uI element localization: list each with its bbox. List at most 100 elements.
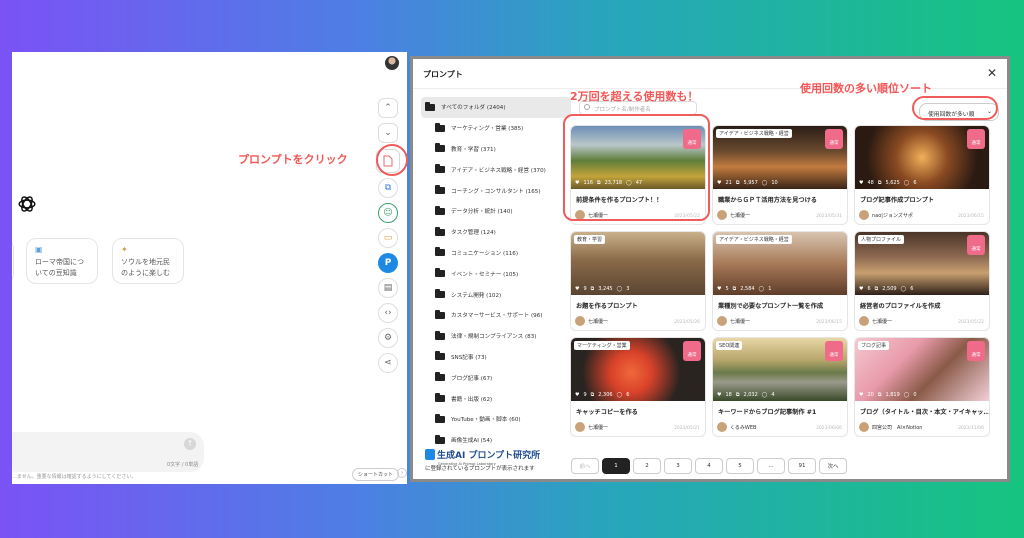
scroll-up-button[interactable]: ⌃ [378, 98, 398, 118]
page-button[interactable]: 5 [726, 458, 754, 474]
card-title: お題を作るプロンプト [576, 303, 638, 310]
copy-icon: ⧉ [590, 392, 595, 398]
page-button[interactable]: 3 [664, 458, 692, 474]
page-button[interactable]: 4 [695, 458, 723, 474]
copy-icon: ⧉ [877, 180, 882, 186]
folder-item[interactable]: カスタマーサービス・サポート (96) [421, 305, 571, 326]
folder-item[interactable]: コーチング・コンサルタント (165) [421, 180, 571, 201]
chat-panel: ▣ ローマ帝国につ いての豆知識 ✦ ソウルを地元民 のように楽しむ ⌃ ⌄ ⧉… [12, 52, 407, 484]
user-avatar[interactable] [385, 56, 399, 70]
folder-item[interactable]: 書籍・出版 (62) [421, 388, 571, 409]
annotation-sort: 使用回数の多い順位ソート [800, 82, 932, 95]
comment-icon: ◯ [900, 286, 907, 292]
copy-icon: ⧉ [877, 392, 882, 398]
char-count: 0文字 / 0単語 [167, 462, 199, 468]
folder-item[interactable]: ブログ記事 (67) [421, 367, 571, 388]
folder-item[interactable]: タスク管理 (124) [421, 222, 571, 243]
prompt-card[interactable]: SEO関連 通常 ♥ 18 ⧉ 2,032 ◯ 4 キーワードからブログ記事制作 #1 くるみWE… [712, 337, 848, 437]
folder-item[interactable]: すべてのフォルダ (2404) [421, 97, 571, 118]
copy-icon: ⧉ [590, 286, 595, 292]
settings-button[interactable]: ⚙ [378, 328, 398, 348]
code-button[interactable]: ‹› [378, 303, 398, 323]
folder-item[interactable]: 法律・規制コンプライアンス (83) [421, 326, 571, 347]
avatar [575, 316, 585, 326]
card-tag: 教育・学習 [574, 235, 606, 244]
folder-item[interactable]: イベント・セミナー (105) [421, 263, 571, 284]
copy-icon: ⧉ [735, 392, 740, 398]
close-icon[interactable]: ✕ [987, 66, 997, 80]
card-date: 2023/05/31 [816, 214, 842, 219]
prompt-card[interactable]: 通常 ♥ 48 ⧉ 5,625 ◯ 6 ブログ記事作成プロンプト nao|ジョンズサポ 2023/… [854, 125, 990, 225]
suggestion-card[interactable]: ✦ ソウルを地元民 のように楽しむ [112, 238, 184, 284]
suggestion-card-partial[interactable] [12, 238, 14, 284]
send-button[interactable]: ↑ [184, 438, 196, 450]
card-date: 2023/05/21 [674, 426, 700, 431]
copy-button[interactable]: ⧉ [378, 178, 398, 198]
share-button[interactable]: ⋖ [378, 353, 398, 373]
card-tag: ブログ記事 [858, 341, 890, 350]
shortcut-button[interactable]: ショートカット [352, 468, 400, 481]
prompt-card[interactable]: アイデア・ビジネス戦略・経営 通常 ♥ 21 ⧉ 5,957 ◯ 10 職業からＧＰＴ活用方法を… [712, 125, 848, 225]
scroll-down-button[interactable]: ⌄ [378, 123, 398, 143]
folder-label: イベント・セミナー (105) [451, 271, 519, 278]
folder-item[interactable]: アイデア・ビジネス戦略・経営 (370) [421, 159, 571, 180]
folder-icon [435, 413, 445, 423]
clip-icon[interactable]: 通常 [683, 341, 701, 361]
folder-label: アイデア・ビジネス戦略・経営 (370) [451, 167, 546, 174]
card-stats: ♥ 9 ⧉ 3,245 ◯ 3 [575, 286, 630, 292]
prompt-card[interactable]: マーケティング・営業 通常 ♥ 9 ⧉ 2,306 ◯ 6 キャッチコピーを作る 七瀬優一 2023… [570, 337, 706, 437]
clip-icon[interactable]: 通常 [825, 341, 843, 361]
chevron-right-icon[interactable]: › [397, 468, 407, 478]
folder-item[interactable]: マーケティング・営業 (385) [421, 118, 571, 139]
archive-button[interactable]: ▤ [378, 278, 398, 298]
folder-item[interactable]: 教育・学習 (371) [421, 139, 571, 160]
chatgpt-logo-icon [18, 196, 36, 212]
avatar [859, 210, 869, 220]
highlight-ring [376, 144, 408, 176]
folder-icon [435, 122, 445, 132]
prompt-card[interactable]: 人物プロファイル 通常 ♥ 6 ⧉ 2,509 ◯ 6 経営者のプロファイルを作成 七瀬優一 202… [854, 231, 990, 331]
folder-item[interactable]: コミュニケーション (116) [421, 243, 571, 264]
image-button[interactable]: ▭ [378, 228, 398, 248]
page-button[interactable]: 91 [788, 458, 816, 474]
clip-icon[interactable]: 通常 [825, 129, 843, 149]
avatar [575, 422, 585, 432]
page-button[interactable]: 2 [633, 458, 661, 474]
clip-icon[interactable]: 通常 [967, 235, 985, 255]
heart-icon: ♥ [575, 392, 580, 398]
p-logo-button[interactable]: P [378, 253, 398, 273]
prompt-card[interactable]: アイデア・ビジネス戦略・経営 ♥ 5 ⧉ 2,584 ◯ 1 業種別で必要なプロンプト一覧を作… [712, 231, 848, 331]
card-author: くるみWEB [717, 422, 756, 432]
folder-icon [435, 351, 445, 361]
card-thumbnail: マーケティング・営業 通常 ♥ 9 ⧉ 2,306 ◯ 6 [571, 338, 705, 401]
copy-icon: ⧉ [735, 180, 740, 186]
folder-item[interactable]: YouTube・動画・脚本 (60) [421, 409, 571, 430]
user-button[interactable]: ☺ [378, 203, 398, 223]
page-button[interactable]: 前へ [571, 458, 599, 474]
prompt-card[interactable]: ブログ記事 通常 ♥ 20 ⧉ 1,819 ◯ 0 ブログ（タイトル・目次・本文・アイキャッ..… [854, 337, 990, 437]
clip-icon[interactable]: 通常 [967, 129, 985, 149]
folder-icon [435, 289, 445, 299]
heart-icon: ♥ [859, 286, 864, 292]
folder-icon [435, 247, 445, 257]
card-date: 2023/05/22 [958, 320, 984, 325]
folder-icon [435, 372, 445, 382]
folder-item[interactable]: データ分析・統計 (140) [421, 201, 571, 222]
page-button[interactable]: 1 [602, 458, 630, 474]
folder-label: コミュニケーション (116) [451, 250, 519, 257]
suggestion-card[interactable]: ▣ ローマ帝国につ いての豆知識 [26, 238, 98, 284]
clip-icon[interactable]: 通常 [967, 341, 985, 361]
prompt-modal: プロンプト ✕ すべてのフォルダ (2404) マーケティング・営業 (385) 教… [410, 56, 1010, 482]
folder-item[interactable]: システム開発 (102) [421, 284, 571, 305]
page-button[interactable]: ... [757, 458, 785, 474]
folder-list: すべてのフォルダ (2404) マーケティング・営業 (385) 教育・学習 (37… [421, 97, 571, 457]
folder-icon [425, 101, 435, 111]
heart-icon: ♥ [859, 180, 864, 186]
prompt-card[interactable]: 教育・学習 ♥ 9 ⧉ 3,245 ◯ 3 お題を作るプロンプト 七瀬優一 2023/05/26 [570, 231, 706, 331]
folder-icon [435, 205, 445, 215]
card-title: 経営者のプロファイルを作成 [860, 303, 941, 310]
folder-item[interactable]: SNS記事 (73) [421, 347, 571, 368]
avatar [717, 422, 727, 432]
page-button[interactable]: 次へ [819, 458, 847, 474]
card-title: キャッチコピーを作る [576, 409, 638, 416]
